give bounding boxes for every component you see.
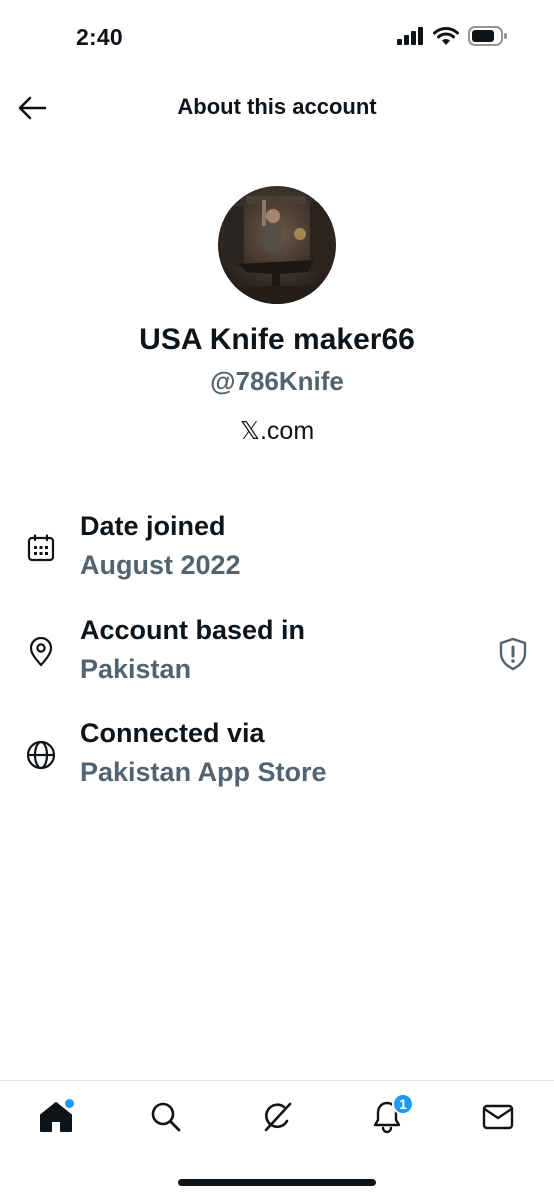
detail-date-joined: Date joined August 2022 (0, 511, 554, 591)
globe-icon (24, 738, 58, 772)
grok-icon (264, 1102, 292, 1132)
display-name: USA Knife maker66 (139, 323, 415, 356)
account-handle: @786Knife (210, 366, 344, 396)
detail-value: Pakistan (80, 654, 192, 684)
tab-search[interactable] (144, 1095, 188, 1139)
calendar-icon (24, 531, 58, 565)
detail-label: Connected via (80, 718, 265, 748)
detail-label: Account based in (80, 615, 306, 645)
status-icons (397, 26, 508, 46)
detail-value: Pakistan App Store (80, 757, 327, 787)
battery-icon (468, 26, 507, 46)
status-time: 2:40 (76, 24, 123, 50)
search-icon (151, 1102, 181, 1132)
detail-account-based-in: Account based in Pakistan (0, 615, 554, 695)
detail-value: August 2022 (80, 550, 241, 580)
location-pin-icon (24, 635, 58, 669)
status-bar: 2:40 (0, 0, 554, 76)
home-indicator[interactable] (178, 1179, 376, 1186)
detail-label: Date joined (80, 511, 226, 541)
wifi-icon (433, 26, 459, 45)
notification-badge: 1 (392, 1093, 414, 1115)
signal-icon (397, 27, 423, 45)
tab-home[interactable] (34, 1095, 78, 1139)
source-site: 𝕏.com (239, 417, 315, 445)
page-title: About this account (177, 94, 377, 119)
tab-messages[interactable] (476, 1095, 520, 1139)
mail-icon (482, 1104, 514, 1130)
page-header: About this account (0, 80, 554, 136)
detail-connected-via: Connected via Pakistan App Store (0, 718, 554, 798)
tab-notifications[interactable]: 1 (365, 1093, 414, 1139)
notification-dot (65, 1099, 74, 1108)
shield-alert-icon[interactable] (498, 637, 528, 671)
avatar[interactable] (218, 186, 336, 304)
tab-grok[interactable] (255, 1095, 299, 1139)
avatar-photo (218, 186, 336, 304)
